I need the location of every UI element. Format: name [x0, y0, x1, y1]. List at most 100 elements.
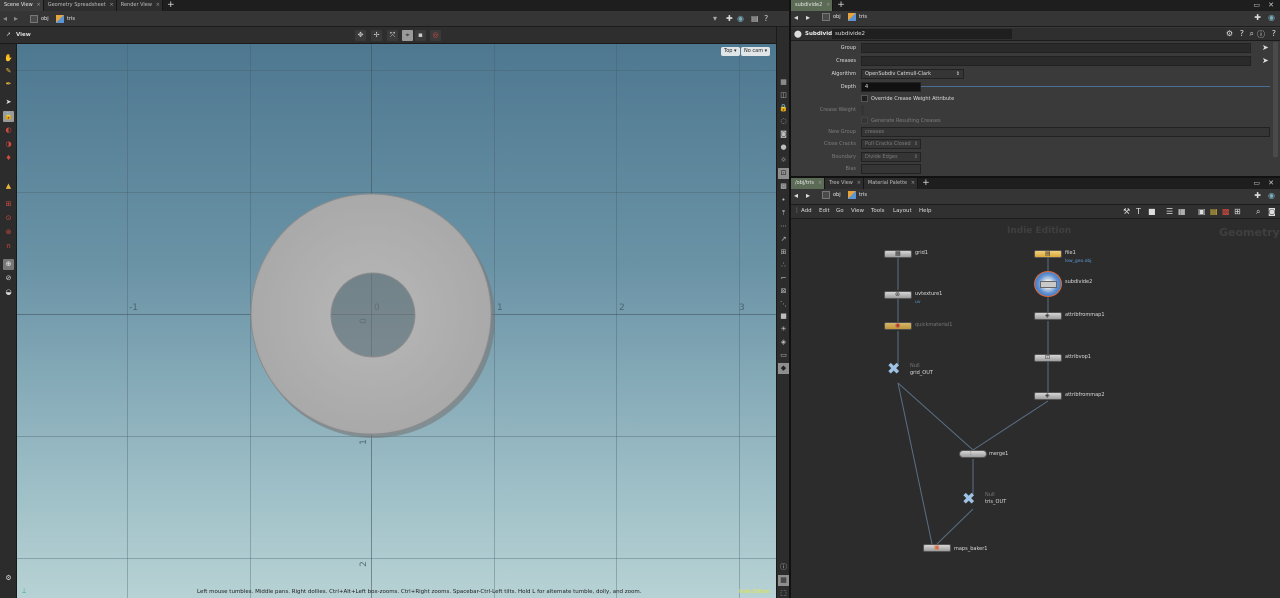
node-uvtexture1[interactable]: ⊗ — [884, 291, 912, 299]
breadcrumb-tris[interactable]: tris — [848, 13, 867, 21]
pin-icon[interactable]: ✚ — [1254, 13, 1261, 22]
close-icon[interactable]: × — [857, 180, 861, 186]
sdr-icon[interactable]: ◈ — [778, 337, 789, 348]
question-icon[interactable]: ? — [1272, 29, 1276, 38]
dropdown-arrow-icon[interactable]: ▾ — [713, 14, 721, 23]
pointer-icon[interactable]: ➤ — [3, 97, 14, 108]
forward-arrow-icon[interactable]: ▸ — [806, 191, 810, 200]
node-file1[interactable]: ▤ — [1034, 250, 1062, 258]
no-cam-button[interactable]: No cam ▾ — [741, 47, 771, 56]
snap-icon[interactable]: ♦ — [3, 153, 14, 164]
tab-render-view[interactable]: Render View × — [116, 0, 163, 11]
hand-tool-icon[interactable]: ✋ — [3, 53, 14, 64]
close-icon[interactable]: × — [911, 180, 915, 186]
null-node-grid-out[interactable]: ✖ — [887, 361, 900, 377]
display-tool-icon[interactable]: ▪ — [415, 30, 426, 41]
menu-help[interactable]: Help — [919, 208, 932, 214]
close-pane-icon[interactable]: ✕ — [1268, 179, 1274, 187]
select-tool-icon[interactable]: ✥ — [355, 30, 366, 41]
tools-icon[interactable]: ⚒ — [1123, 207, 1130, 216]
paint-tool-icon[interactable]: ✒ — [3, 79, 14, 90]
square-icon[interactable]: ■ — [1148, 207, 1156, 216]
depth-slider[interactable] — [921, 86, 1270, 87]
tab-subdivide2[interactable]: subdivide2 × — [791, 0, 834, 11]
close-icon[interactable]: × — [156, 2, 160, 8]
record-icon[interactable]: ◎ — [430, 30, 441, 41]
dot-icon[interactable]: • — [778, 195, 789, 206]
points-icon[interactable]: ⋯ — [778, 221, 789, 232]
menu-tools[interactable]: Tools — [871, 208, 885, 214]
help-icon[interactable]: ? — [764, 14, 772, 23]
pose-tool-icon[interactable]: ▲ — [3, 181, 14, 192]
group-field[interactable] — [861, 43, 1251, 53]
brush-tool-icon[interactable]: ✎ — [3, 66, 14, 77]
viewport[interactable]: -1 0 1 2 3 0 1 2 Top ▾ No cam ▾ ⟘ — [17, 44, 776, 598]
shade-icon[interactable]: ◆ — [778, 363, 789, 374]
arrow-icon[interactable]: ↗ — [778, 234, 789, 245]
box-icon[interactable]: ■ — [778, 311, 789, 322]
arrow-select-icon[interactable]: ➤ — [1262, 43, 1269, 52]
camera-icon[interactable]: ◙ — [778, 129, 789, 140]
normals-icon[interactable]: ⤒ — [778, 208, 789, 219]
close-icon[interactable]: × — [818, 180, 822, 186]
null-node-tris-out[interactable]: ✖ — [962, 491, 975, 507]
node-quickmaterial1[interactable]: ◉ — [884, 322, 912, 330]
grid-icon[interactable]: ▩ — [778, 181, 789, 192]
node-merge1[interactable]: ⫶ — [959, 450, 987, 458]
lock-icon[interactable]: 🔒 — [3, 111, 14, 122]
palette-icon[interactable]: ▣ — [1198, 207, 1206, 216]
node-attribfrommap1[interactable]: ◈ — [1034, 312, 1062, 320]
bias-field[interactable] — [861, 164, 921, 174]
breadcrumb-obj[interactable]: obj — [822, 191, 841, 199]
algorithm-dropdown[interactable]: OpenSubdiv Catmull-Clark ⇕ — [861, 69, 964, 79]
link-icon[interactable]: ◉ — [737, 14, 745, 23]
wireframe-icon[interactable]: ⊡ — [778, 168, 789, 179]
uv-icon[interactable]: ⊠ — [778, 286, 789, 297]
new-group-field[interactable]: creases — [861, 127, 1270, 137]
tab-geometry-spreadsheet[interactable]: Geometry Spreadsheet × — [43, 0, 117, 11]
magnet-icon[interactable]: ◐ — [3, 125, 14, 136]
tab-material-palette[interactable]: Material Palette × — [863, 178, 919, 189]
close-icon[interactable]: × — [110, 2, 114, 8]
edge-icon[interactable]: ⌐ — [778, 273, 789, 284]
close-pane-icon[interactable]: ✕ — [1268, 1, 1274, 9]
multi-snap-icon[interactable]: ∩ — [3, 241, 14, 252]
help-icon[interactable]: ? — [1240, 29, 1244, 38]
view-top-button[interactable]: Top ▾ — [721, 47, 740, 56]
crease-weight-field[interactable] — [861, 105, 864, 115]
layout-icon[interactable]: ▤ — [751, 14, 759, 23]
layout-icon[interactable]: ▦ — [778, 77, 789, 88]
menu-view[interactable]: View — [851, 208, 864, 214]
override-crease-checkbox[interactable] — [861, 95, 868, 102]
depth-field[interactable]: 4 — [861, 82, 921, 92]
forward-arrow-icon[interactable]: ▸ — [14, 14, 22, 23]
node-subdivide2[interactable] — [1034, 271, 1062, 297]
network-editor[interactable]: Indie Edition Geometry ▦ grid1 ⊗ uvtextu… — [791, 220, 1280, 598]
network-box-icon[interactable]: ⊞ — [1234, 207, 1241, 216]
display-options-icon[interactable]: ◙ — [1268, 207, 1276, 216]
node-attribfrommap2[interactable]: ◈ — [1034, 392, 1062, 400]
node-grid1[interactable]: ▦ — [884, 250, 912, 258]
arrow-select-icon[interactable]: ➤ — [1262, 56, 1269, 65]
close-icon[interactable]: × — [37, 2, 41, 8]
boundary-dropdown[interactable]: Divide Edges ⇕ — [861, 152, 921, 162]
menu-edit[interactable]: Edit — [819, 208, 830, 214]
add-tab-icon[interactable]: + — [833, 0, 849, 11]
minimize-icon[interactable]: ▭ — [1253, 179, 1260, 187]
gear-icon[interactable]: ⚙ — [1226, 29, 1233, 38]
info-icon[interactable]: ⓘ — [1257, 29, 1265, 40]
pin-tool-icon[interactable]: ◑ — [3, 139, 14, 150]
tv-icon[interactable]: ▭ — [778, 350, 789, 361]
search-icon[interactable]: ⌕ — [1256, 207, 1260, 217]
cube-icon[interactable]: ◫ — [778, 90, 789, 101]
flag-icon[interactable]: ▩ — [1222, 207, 1230, 216]
grid-layout-icon[interactable]: ▦ — [778, 575, 789, 586]
generate-creases-checkbox[interactable] — [861, 117, 868, 124]
grid-snap-icon[interactable]: ⊞ — [3, 199, 14, 210]
gear-icon[interactable]: ⚙ — [3, 573, 14, 584]
light-icon[interactable]: ☼ — [778, 155, 789, 166]
measure-icon[interactable]: ◒ — [3, 287, 14, 298]
minimize-icon[interactable]: ▭ — [1253, 1, 1260, 9]
breadcrumb-obj[interactable]: obj — [822, 13, 841, 21]
link-icon[interactable]: ◉ — [1268, 191, 1275, 200]
